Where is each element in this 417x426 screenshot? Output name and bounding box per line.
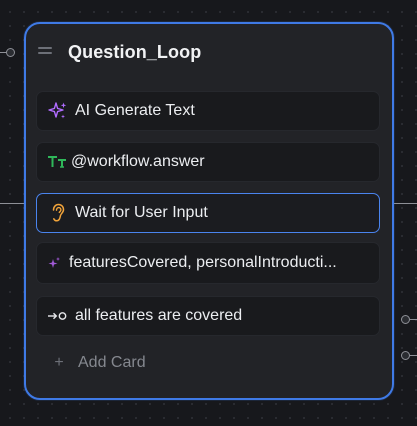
text-variable-icon <box>47 151 69 173</box>
card-wait-for-user-input[interactable]: Wait for User Input <box>36 193 380 233</box>
card-label: featuresCovered, personalIntroducti... <box>69 254 337 271</box>
ear-icon <box>47 202 69 224</box>
small-sparkles-icon <box>47 252 61 274</box>
add-card-label: Add Card <box>78 354 146 371</box>
plus-icon: + <box>54 354 64 371</box>
add-card-button[interactable]: + Add Card <box>52 354 146 372</box>
card-text-variable[interactable]: @workflow.answer <box>36 142 380 182</box>
outgoing-connection-right <box>392 203 417 204</box>
card-features-covered[interactable]: featuresCovered, personalIntroducti... <box>36 242 380 284</box>
sparkles-icon <box>47 100 69 122</box>
card-label: @workflow.answer <box>71 153 205 170</box>
input-port[interactable] <box>6 48 15 57</box>
node-header: Question_Loop <box>26 24 392 84</box>
card-label: Wait for User Input <box>75 204 208 221</box>
outgoing-connection-condition <box>409 355 417 356</box>
node-title[interactable]: Question_Loop <box>68 42 201 63</box>
drag-handle-icon[interactable] <box>38 47 52 54</box>
card-ai-generate-text[interactable]: AI Generate Text <box>36 91 380 131</box>
card-label: all features are covered <box>75 307 243 324</box>
card-condition[interactable]: all features are covered <box>36 296 380 336</box>
card-label: AI Generate Text <box>75 102 195 119</box>
condition-arrow-icon <box>47 305 69 327</box>
incoming-connection-left <box>0 203 26 204</box>
outgoing-connection-features-covered <box>409 319 417 320</box>
workflow-node[interactable]: Question_Loop AI Generate Text @workflow… <box>24 22 394 400</box>
